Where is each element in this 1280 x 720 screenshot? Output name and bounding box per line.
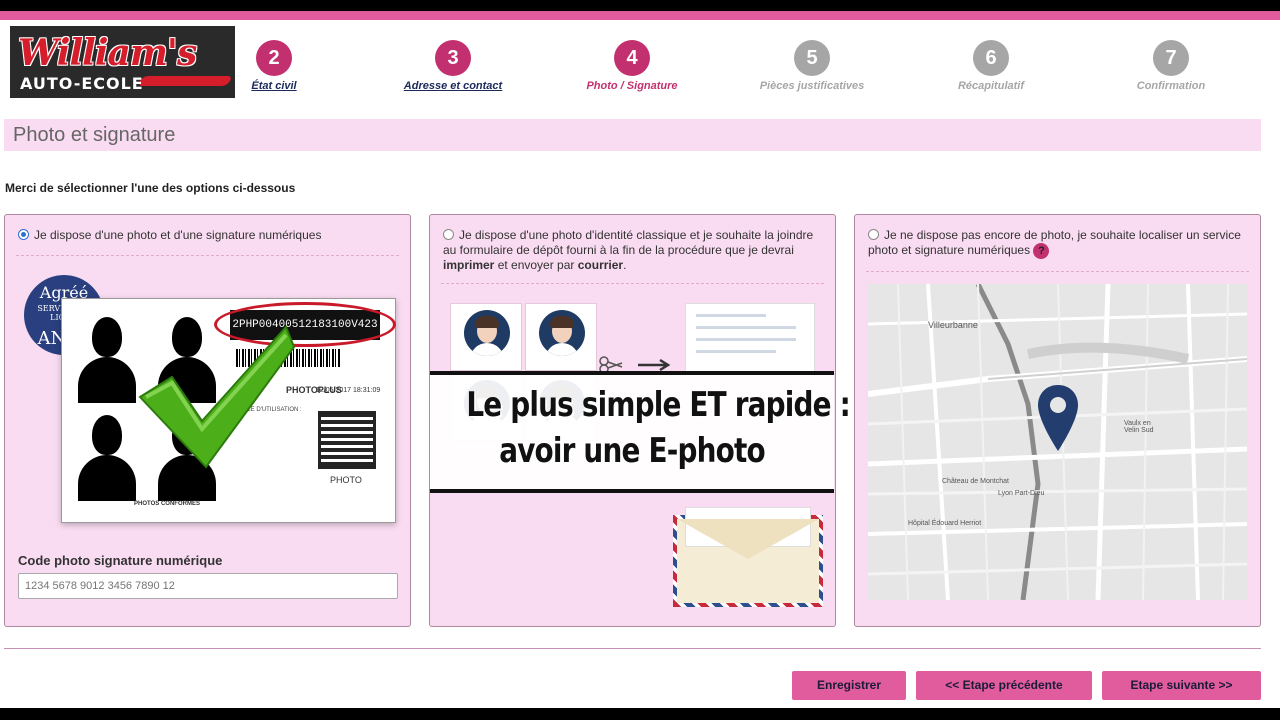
- card-footer: PHOTOS CONFORMES: [134, 501, 200, 507]
- green-checkmark-icon: [138, 325, 296, 469]
- qr-code-icon: [318, 411, 376, 469]
- radio-locate[interactable]: [868, 229, 879, 240]
- help-icon[interactable]: ?: [1033, 243, 1050, 259]
- step-number: 3: [435, 40, 471, 76]
- option-locate[interactable]: Je ne dispose pas encore de photo, je so…: [868, 228, 1248, 259]
- step-label: Photo / Signature: [586, 80, 678, 92]
- map-label: Villeurbanne: [928, 320, 978, 330]
- card-ephoto-logo: PHOTO: [330, 475, 362, 485]
- option-classic-label-pre[interactable]: Je dispose d'une photo d'identité classi…: [443, 228, 813, 257]
- id-photo-thumbnail: [525, 303, 597, 371]
- save-button[interactable]: Enregistrer: [792, 671, 906, 700]
- step-number: 7: [1153, 40, 1189, 76]
- option-classic-bold1[interactable]: imprimer: [443, 258, 494, 272]
- step-adresse-contact[interactable]: 3 Adresse et contact: [378, 40, 528, 92]
- step-etat-civil[interactable]: 2 État civil: [199, 40, 349, 92]
- divider: [441, 283, 824, 284]
- step-number: 4: [614, 40, 650, 76]
- overlay-line1: Le plus simple ET rapide :: [466, 385, 850, 425]
- map-pin-icon[interactable]: [1036, 383, 1080, 453]
- option-classic-bold2[interactable]: courrier: [578, 258, 623, 272]
- envelope-icon: [673, 507, 823, 607]
- silhouette-icon: [78, 313, 136, 403]
- step-recapitulatif: 6 Récapitulatif: [916, 40, 1066, 92]
- ephoto-card-image: 2PHP004005121831​00V423 PHOTOPLUS 12/05/…: [61, 298, 396, 523]
- radio-digital[interactable]: [18, 229, 29, 240]
- section-title: Photo et signature: [13, 124, 176, 146]
- card-date: 12/05/2017 18:31:09: [316, 387, 381, 394]
- previous-step-button[interactable]: << Etape précédente: [916, 671, 1092, 700]
- option-digital[interactable]: Je dispose d'une photo et d'une signatur…: [18, 228, 398, 243]
- map-label: Château de Montchat: [942, 478, 1009, 485]
- bottom-black-strip: [0, 708, 1280, 720]
- form-document-icon: [685, 303, 815, 378]
- instruction-text: Merci de sélectionner l'une des options …: [5, 181, 296, 195]
- map-label: Vaulx en Velin Sud: [1124, 420, 1154, 434]
- section-header: Photo et signature: [4, 119, 1261, 151]
- top-pink-strip: [0, 11, 1280, 20]
- footer-divider: [4, 648, 1261, 649]
- step-number: 2: [256, 40, 292, 76]
- logo-subtitle: AUTO-ECOLE: [20, 74, 144, 93]
- option-panel-locate[interactable]: Je ne dispose pas encore de photo, je so…: [854, 214, 1261, 627]
- step-label[interactable]: Adresse et contact: [378, 80, 528, 92]
- step-number: 5: [794, 40, 830, 76]
- option-digital-label[interactable]: Je dispose d'une photo et d'une signatur…: [34, 228, 321, 242]
- radio-classic[interactable]: [443, 229, 454, 240]
- code-field-label: Code photo signature numérique: [18, 553, 223, 568]
- map-label: Lyon Part-Dieu: [998, 490, 1045, 497]
- step-confirmation: 7 Confirmation: [1096, 40, 1246, 92]
- top-black-strip: [0, 0, 1280, 11]
- step-number: 6: [973, 40, 1009, 76]
- step-label[interactable]: État civil: [199, 80, 349, 92]
- step-label: Pièces justificatives: [759, 80, 865, 92]
- option-locate-label[interactable]: Je ne dispose pas encore de photo, je so…: [868, 228, 1241, 257]
- option-classic[interactable]: Je dispose d'une photo d'identité classi…: [443, 228, 823, 273]
- step-photo-signature: 4 Photo / Signature: [557, 40, 707, 92]
- divider: [866, 271, 1249, 272]
- option-classic-label-post[interactable]: .: [623, 258, 626, 272]
- logo-brand: William's: [18, 32, 197, 74]
- option-classic-label-mid[interactable]: et envoyer par: [494, 258, 577, 272]
- map-label: Hôpital Édouard Herriot: [908, 520, 982, 527]
- overlay-line2: avoir une E-photo: [499, 431, 765, 471]
- option-panel-digital[interactable]: Je dispose d'une photo et d'une signatur…: [4, 214, 411, 627]
- divider: [16, 255, 399, 256]
- promo-overlay-banner: Le plus simple ET rapide : avoir une E-p…: [430, 371, 851, 493]
- step-label: Récapitulatif: [957, 80, 1024, 92]
- next-step-button[interactable]: Etape suivante >>: [1102, 671, 1261, 700]
- id-photo-thumbnail: [450, 303, 522, 371]
- map-view[interactable]: Villeurbanne Vaulx en Velin Sud Château …: [868, 284, 1247, 600]
- silhouette-icon: [78, 411, 136, 501]
- step-label: Confirmation: [1136, 80, 1206, 92]
- photo-code-input[interactable]: [18, 573, 398, 599]
- step-pieces-justificatives: 5 Pièces justificatives: [737, 40, 887, 92]
